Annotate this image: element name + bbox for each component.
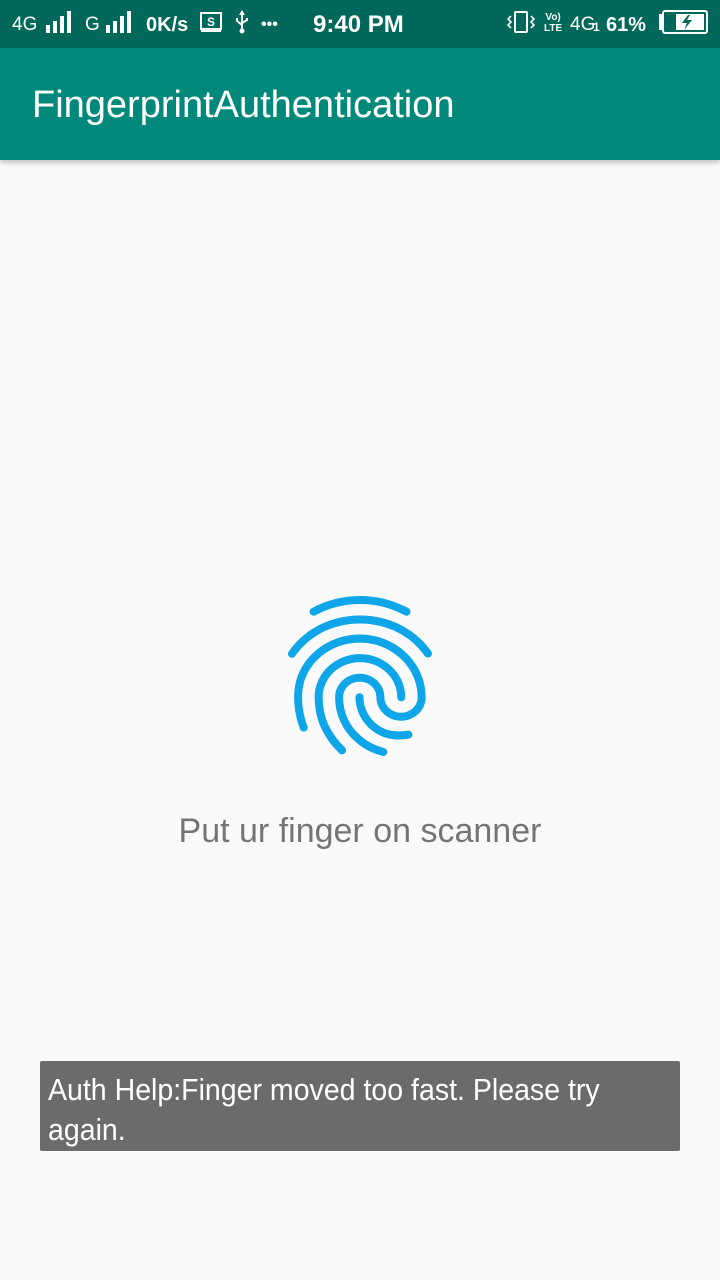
vibrate-icon (506, 0, 536, 48)
network-type-3: 4G (570, 14, 596, 35)
app-bar: FingerprintAuthentication (0, 48, 720, 160)
signal-icon-2 (106, 0, 134, 48)
more-notifications-icon: ••• (261, 16, 278, 33)
fingerprint-icon (264, 580, 456, 772)
toast-line-2: again. (48, 1112, 126, 1147)
app-title: FingerprintAuthentication (32, 84, 455, 126)
battery-charging-icon (658, 0, 710, 48)
usb-icon (234, 0, 250, 48)
network-type-2: G (85, 14, 100, 35)
toast-line-1: Auth Help:Finger moved too fast. Please … (48, 1072, 600, 1107)
network-type-1: 4G (12, 14, 38, 35)
toast-message: Auth Help:Finger moved too fast. Please … (40, 1061, 680, 1151)
battery-percent: 61% (606, 14, 647, 36)
network-speed: 0K/s (146, 14, 189, 36)
svg-text:S: S (207, 15, 215, 29)
screenshot-icon: S (200, 0, 224, 48)
status-bar: 4G G 0K/s S ••• 9:40 PM Vo) LTE 4G 1 61% (0, 0, 720, 48)
volte-bottom-label: LTE (544, 23, 563, 34)
toast-text: Auth Help:Finger moved too fast. Please … (48, 1070, 674, 1150)
scan-prompt: Put ur finger on scanner (178, 812, 542, 850)
clock: 9:40 PM (313, 11, 404, 38)
volte-top-label: Vo) (545, 12, 561, 23)
signal-icon-1 (46, 0, 74, 48)
sim-index: 1 (593, 20, 600, 34)
